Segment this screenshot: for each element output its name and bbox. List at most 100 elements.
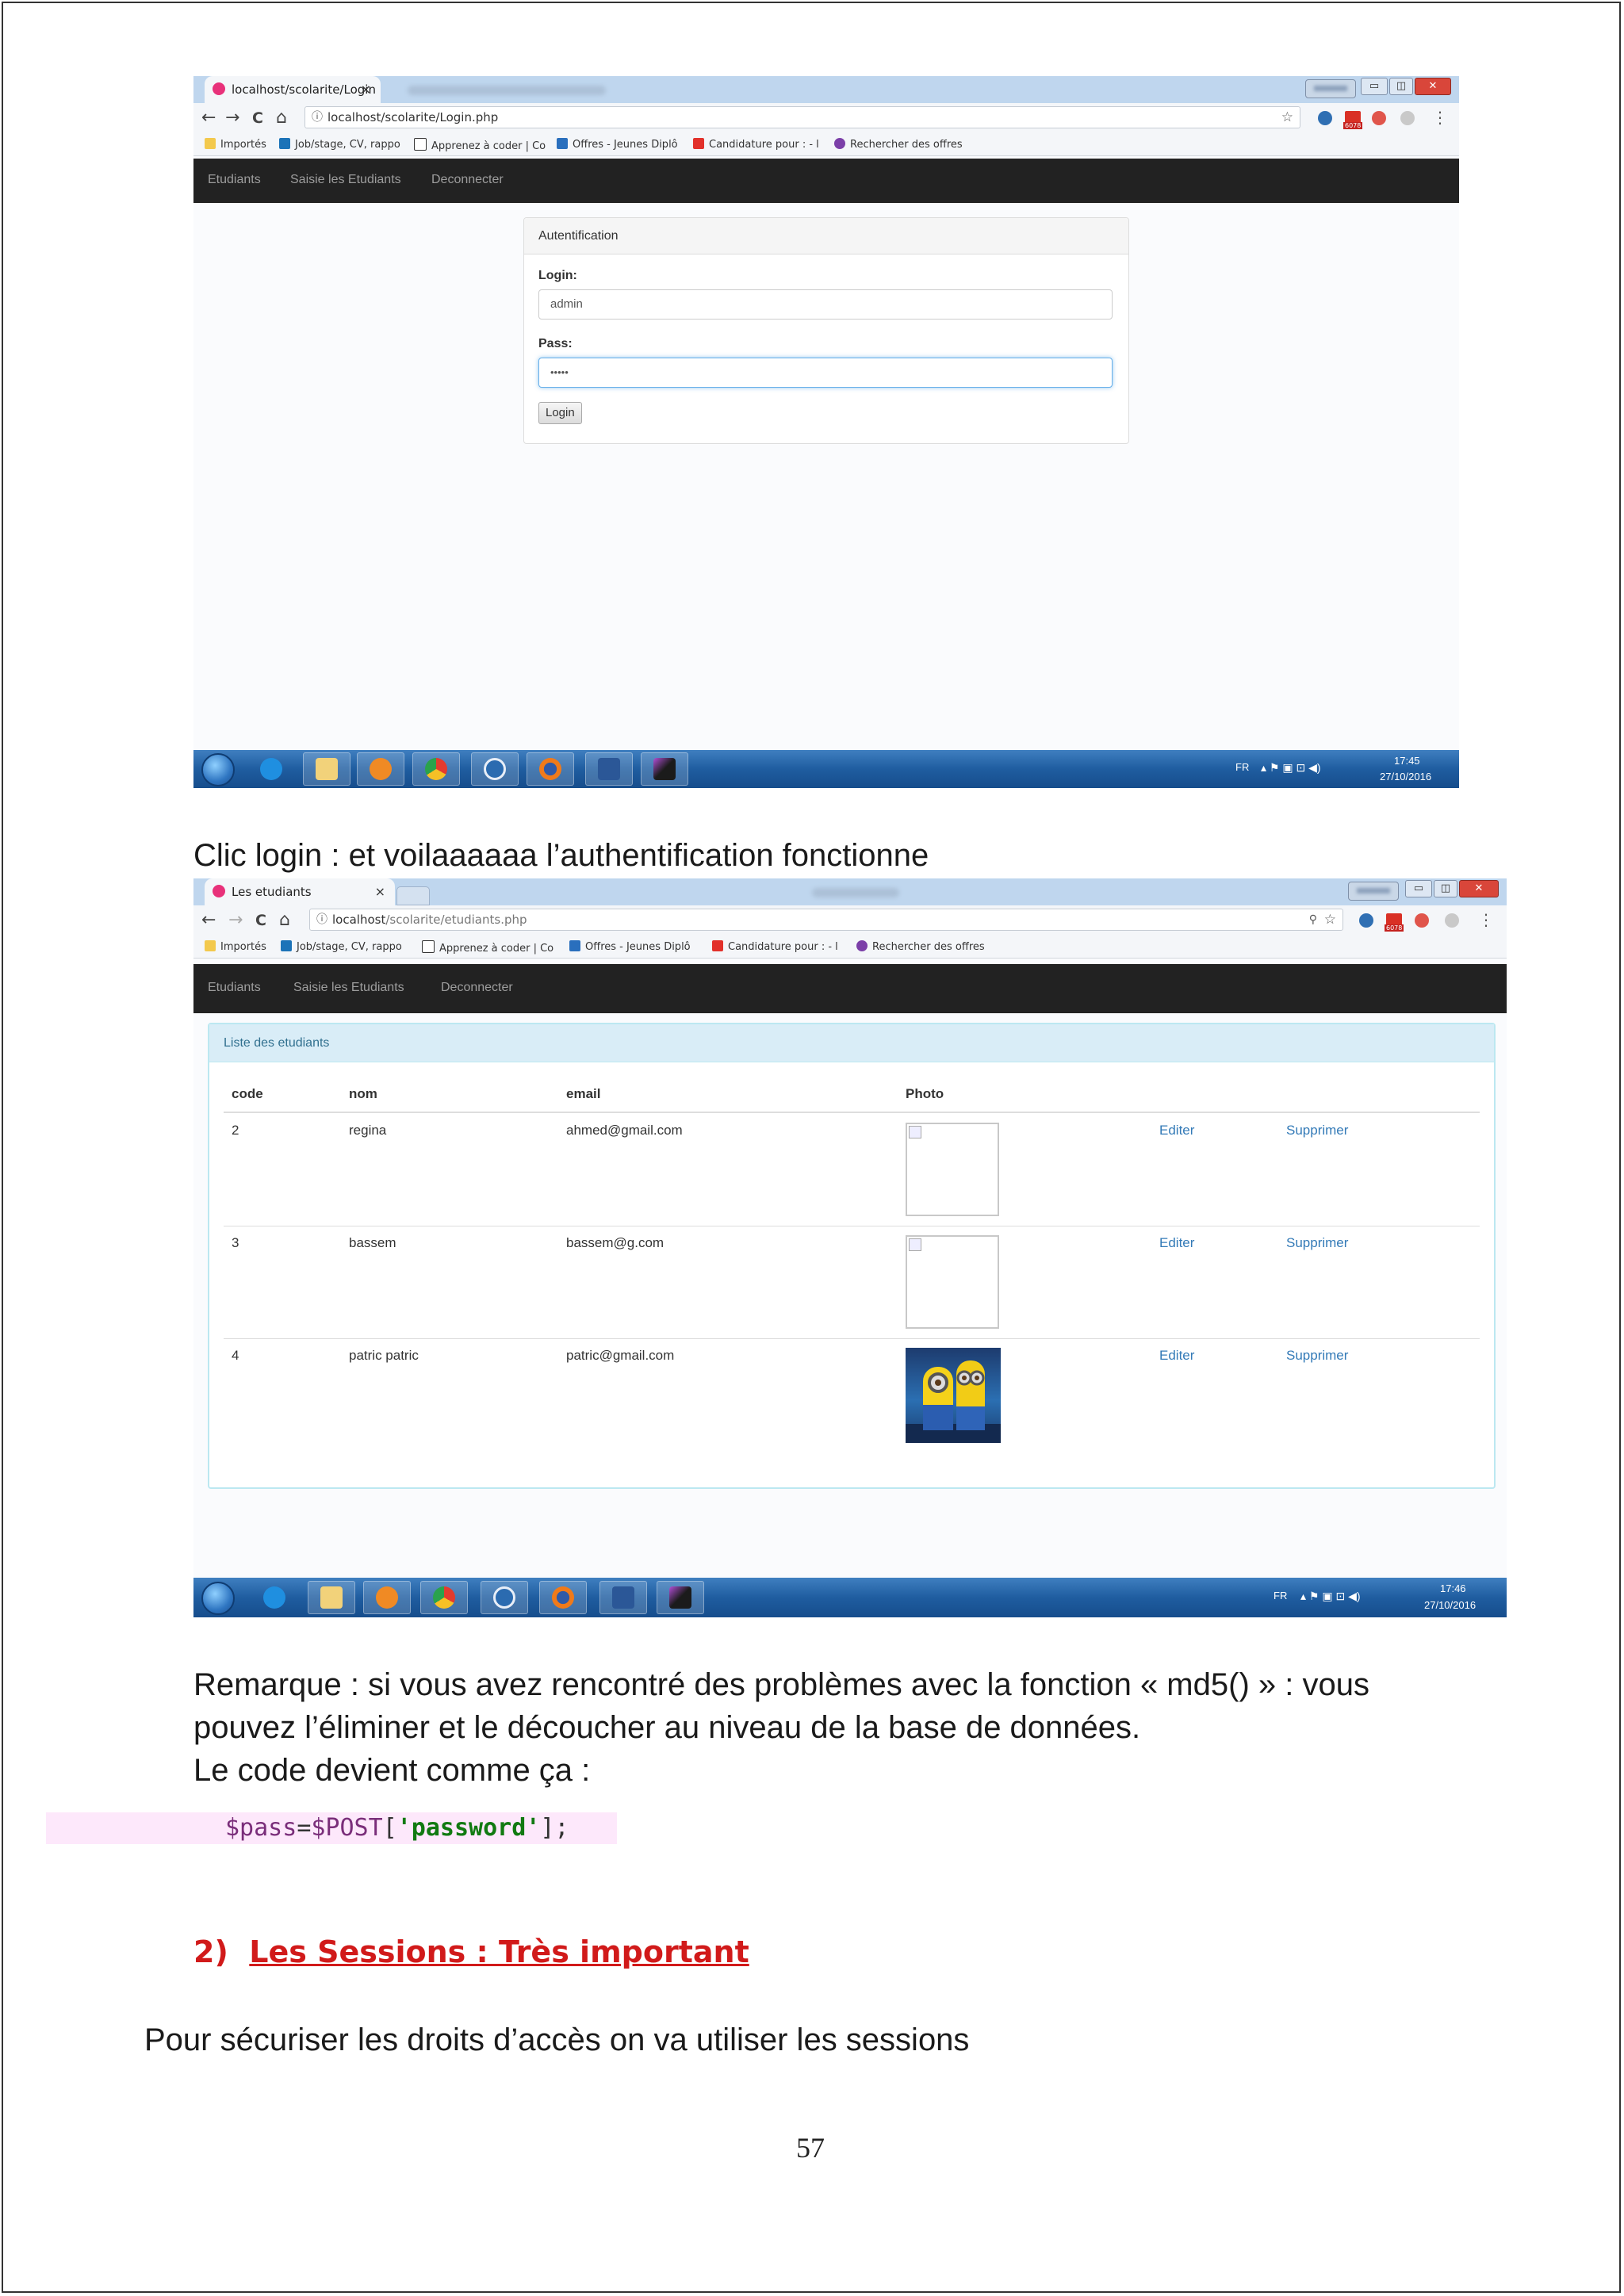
cell-code: 2 [232,1123,239,1138]
bookmark-item[interactable]: Importés [205,138,266,151]
nav-deconnecter-link[interactable]: Deconnecter [431,173,504,187]
close-window-button[interactable]: ✕ [1415,78,1451,95]
user-profile-button[interactable] [1305,79,1356,98]
internet-explorer-icon[interactable] [251,1581,298,1614]
nav-deconnecter-link[interactable]: Deconnecter [441,981,513,995]
tab-close-icon[interactable]: × [361,76,371,103]
firefox-icon[interactable] [539,1581,587,1614]
extension-globe-icon[interactable] [1318,111,1332,125]
extension-grey-icon[interactable] [1445,913,1459,928]
bookmark-star-icon[interactable]: ☆ [1281,107,1293,128]
nav-etudiants-link[interactable]: Etudiants [208,173,261,187]
media-player-icon[interactable] [357,752,404,786]
file-explorer-icon[interactable] [303,752,350,786]
edit-link[interactable]: Editer [1159,1123,1194,1138]
edit-link[interactable]: Editer [1159,1235,1194,1251]
extension-red-icon[interactable] [1372,111,1386,125]
bookmark-item[interactable]: Rechercher des offres [856,940,985,953]
tray-icons[interactable]: ▴ ⚑ ▣ ⊡ ◀) [1300,1590,1361,1603]
bookmark-item[interactable]: Candidature pour : - l [693,138,819,151]
cell-code: 4 [232,1348,239,1363]
browser-tab[interactable]: localhost/scolarite/Login × [205,76,381,103]
bookmark-item[interactable]: Apprenez à coder | Co [414,138,546,152]
internet-explorer-icon[interactable] [247,752,295,786]
nav-etudiants-link[interactable]: Etudiants [208,981,261,995]
login-input[interactable]: admin [538,289,1113,320]
media-player-icon[interactable] [363,1581,411,1614]
delete-link[interactable]: Supprimer [1286,1235,1348,1251]
key-icon[interactable]: ⚲ [1309,909,1317,930]
firefox-icon[interactable] [527,752,574,786]
back-button[interactable]: ← [201,910,216,930]
extension-grey-icon[interactable] [1400,111,1415,125]
tray-icons[interactable]: ▴ ⚑ ▣ ⊡ ◀) [1261,761,1321,775]
back-button[interactable]: ← [201,108,216,128]
reload-button[interactable]: C [252,109,263,127]
url-path: /scolarite/etudiants.php [385,913,527,927]
blurred-window-title [812,888,899,897]
delete-link[interactable]: Supprimer [1286,1348,1348,1364]
new-tab-button[interactable] [396,886,430,905]
maximize-button[interactable]: ◫ [1434,880,1457,897]
chrome-icon[interactable] [412,752,460,786]
phpstorm-icon[interactable] [641,752,688,786]
maximize-button[interactable]: ◫ [1389,78,1413,95]
bookmark-icon [569,940,580,951]
address-row: ← → C ⌂ ⓘ localhost/scolarite/Login.php … [193,103,1459,133]
clock-time[interactable]: 17:46 [1440,1582,1466,1594]
blurred-window-title [408,86,606,95]
bookmark-item[interactable]: Offres - Jeunes Diplô [569,940,691,953]
clock-time[interactable]: 17:45 [1394,755,1420,767]
minimize-button[interactable]: ▭ [1405,880,1432,897]
user-profile-button[interactable] [1348,882,1399,901]
chrome-icon[interactable] [420,1581,468,1614]
start-button-icon[interactable] [201,1582,235,1615]
password-input[interactable]: ••••• [538,358,1113,388]
login-label: Login: [538,269,577,282]
app-circle-icon[interactable] [481,1581,528,1614]
extension-red-icon[interactable] [1415,913,1429,928]
home-button[interactable]: ⌂ [276,108,287,128]
start-button-icon[interactable] [201,753,235,786]
phpstorm-icon[interactable] [657,1581,704,1614]
file-explorer-icon[interactable] [308,1581,355,1614]
tab-close-icon[interactable]: × [375,878,385,905]
login-panel: Autentification Login: admin Pass: •••••… [523,217,1129,444]
browser-menu-icon[interactable]: ⋮ [1432,108,1448,127]
remark-line: pouvez l’éliminer et le découcher au niv… [193,1710,1141,1745]
bookmark-item[interactable]: Job/stage, CV, rappo [281,940,402,953]
address-bar[interactable]: ⓘ localhost/scolarite/Login.php ☆ [304,106,1300,128]
browser-menu-icon[interactable]: ⋮ [1478,910,1494,929]
code-object: $POST [311,1814,383,1842]
bookmark-item[interactable]: Offres - Jeunes Diplô [557,138,678,151]
home-button[interactable]: ⌂ [279,910,290,930]
bookmark-item[interactable]: Apprenez à coder | Co [422,940,553,955]
bookmark-item[interactable]: Rechercher des offres [834,138,963,151]
close-window-button[interactable]: ✕ [1459,880,1499,897]
bookmark-item[interactable]: Candidature pour : - l [712,940,838,953]
word-icon[interactable] [599,1581,647,1614]
bookmark-item[interactable]: Importés [205,940,266,953]
forward-button[interactable]: → [228,910,243,930]
edit-link[interactable]: Editer [1159,1348,1194,1364]
word-icon[interactable] [585,752,633,786]
bookmark-item[interactable]: Job/stage, CV, rappo [279,138,400,151]
clock-date[interactable]: 27/10/2016 [1380,771,1431,783]
address-bar[interactable]: ⓘ localhost/scolarite/etudiants.php ⚲ ☆ [309,909,1343,931]
login-button[interactable]: Login [538,402,582,424]
bookmark-star-icon[interactable]: ☆ [1324,909,1336,930]
nav-saisie-link[interactable]: Saisie les Etudiants [290,173,401,187]
reload-button[interactable]: C [255,912,266,929]
section-title: Les Sessions : Très important [249,1934,749,1969]
delete-link[interactable]: Supprimer [1286,1123,1348,1138]
browser-tab[interactable]: Les etudiants × [205,878,395,905]
language-indicator[interactable]: FR [1235,761,1249,773]
extension-globe-icon[interactable] [1359,913,1373,928]
minimize-button[interactable]: ▭ [1361,78,1388,95]
language-indicator[interactable]: FR [1274,1590,1287,1601]
app-circle-icon[interactable] [471,752,519,786]
clock-date[interactable]: 27/10/2016 [1424,1599,1476,1611]
bookmark-icon [279,138,290,149]
nav-saisie-link[interactable]: Saisie les Etudiants [293,981,404,995]
forward-button[interactable]: → [225,108,239,128]
